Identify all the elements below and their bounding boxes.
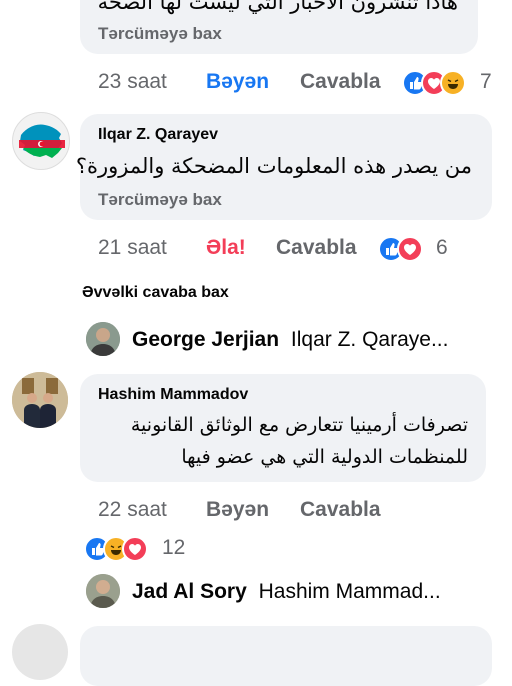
like-button[interactable]: Bəyən	[206, 498, 269, 522]
comment-bubble-next	[80, 626, 492, 686]
reply-preview[interactable]: Jad Al Sory Hashim Mammad...	[132, 580, 441, 604]
reply-button[interactable]: Cavabla	[300, 70, 381, 94]
comment-bubble: Hashim Mammadov تصرفات أرمينيا تتعارض مع…	[80, 374, 486, 482]
reaction-count: 12	[162, 536, 186, 559]
see-translation-link[interactable]: Tərcüməyə bax	[98, 190, 222, 210]
reply-text: Hashim Mammad...	[258, 580, 441, 603]
reaction-summary[interactable]	[378, 236, 423, 262]
reply-author[interactable]: George Jerjian	[132, 328, 279, 351]
love-icon	[397, 236, 423, 262]
reaction-summary[interactable]	[402, 70, 466, 96]
comment-bubble-top: هاذا تنشرون الأخبار التي ليست لها الصحة …	[80, 0, 478, 54]
avatar[interactable]	[12, 112, 70, 170]
comment-time[interactable]: 21 saat	[98, 236, 167, 260]
comment-text-line-1: تصرفات أرمينيا تتعارض مع الوثائق القانون…	[130, 414, 468, 436]
avatar[interactable]	[12, 372, 68, 428]
view-previous-replies-link[interactable]: Əvvəlki cavaba bax	[82, 284, 229, 302]
see-translation-link[interactable]: Tərcüməyə bax	[98, 24, 222, 44]
comment-time[interactable]: 23 saat	[98, 70, 167, 94]
comment-author[interactable]: Ilqar Z. Qarayev	[98, 126, 218, 144]
avatar[interactable]	[86, 574, 120, 608]
reaction-count: 6	[436, 236, 448, 259]
haha-icon	[440, 70, 466, 96]
reply-button[interactable]: Cavabla	[276, 236, 357, 260]
like-button[interactable]: Bəyən	[206, 70, 269, 94]
comment-time[interactable]: 22 saat	[98, 498, 167, 522]
reply-preview[interactable]: George Jerjian Ilqar Z. Qaraye...	[132, 328, 448, 352]
reaction-summary[interactable]	[84, 536, 148, 562]
love-icon	[122, 536, 148, 562]
love-button[interactable]: Əla!	[206, 236, 246, 260]
comment-text-line-2: للمنظمات الدولية التي هي عضو فيها	[181, 446, 468, 468]
comment-bubble: Ilqar Z. Qarayev من يصدر هذه المعلومات ا…	[76, 114, 492, 220]
avatar[interactable]	[12, 624, 68, 680]
avatar[interactable]	[86, 322, 120, 356]
comment-text: هاذا تنشرون الأخبار التي ليست لها الصحة	[97, 0, 458, 14]
reply-author[interactable]: Jad Al Sory	[132, 580, 247, 603]
comment-author[interactable]: Hashim Mammadov	[98, 386, 248, 404]
comment-text: من يصدر هذه المعلومات المضحكة والمزورة؟	[75, 154, 472, 178]
reply-text: Ilqar Z. Qaraye...	[290, 328, 449, 351]
reaction-count: 7	[480, 70, 492, 93]
reply-button[interactable]: Cavabla	[300, 498, 381, 522]
